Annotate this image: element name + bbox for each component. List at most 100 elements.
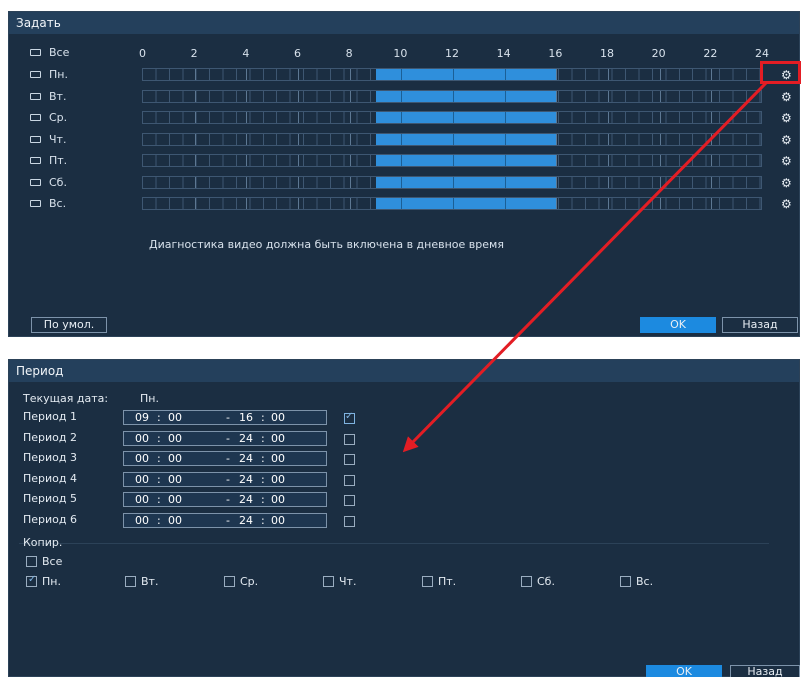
copy-day-checkbox[interactable]: Пт. <box>422 575 456 588</box>
start-hour[interactable]: 00 <box>135 452 149 465</box>
schedule-timeline[interactable] <box>142 175 762 189</box>
checkbox-icon <box>30 114 41 121</box>
checkbox-icon <box>125 576 136 587</box>
copy-all-label: Все <box>42 555 63 568</box>
day-checkbox[interactable]: Сб. <box>30 176 67 189</box>
end-minute[interactable]: 00 <box>271 411 285 424</box>
period-back-button[interactable]: Назад <box>730 665 800 677</box>
time-colon: : <box>157 493 161 507</box>
end-hour[interactable]: 24 <box>239 432 253 445</box>
back-button[interactable]: Назад <box>722 317 798 333</box>
hour-label: 10 <box>393 47 408 60</box>
start-minute[interactable]: 00 <box>168 432 182 445</box>
schedule-timeline[interactable] <box>142 89 762 103</box>
start-minute[interactable]: 00 <box>168 473 182 486</box>
schedule-timeline[interactable] <box>142 154 762 167</box>
checkmark-icon: ✓ <box>345 411 354 422</box>
start-minute[interactable]: 00 <box>168 452 182 465</box>
time-colon: : <box>261 411 265 424</box>
start-minute[interactable]: 00 <box>168 493 182 506</box>
period-enable-checkbox[interactable] <box>344 516 355 527</box>
period-ok-button[interactable]: OK <box>646 665 722 677</box>
end-minute[interactable]: 00 <box>271 493 285 506</box>
day-checkbox[interactable]: Вт. <box>30 90 66 103</box>
day-checkbox[interactable]: Чт. <box>30 133 66 146</box>
period-label: Период 5 <box>23 492 78 506</box>
select-all-days-checkbox[interactable]: Все <box>30 46 69 59</box>
day-checkbox[interactable]: Пт. <box>30 154 67 167</box>
hour-label: 6 <box>294 47 301 60</box>
ok-button[interactable]: OK <box>640 317 716 333</box>
end-minute[interactable]: 00 <box>271 514 285 527</box>
gear-icon[interactable]: ⚙ <box>781 177 792 189</box>
copy-day-label: Пн. <box>42 575 61 588</box>
time-dash: - <box>226 411 230 424</box>
time-range-field[interactable]: 00:00-24:00 <box>123 513 327 528</box>
schedule-timeline[interactable] <box>142 68 762 81</box>
end-minute[interactable]: 00 <box>271 432 285 445</box>
gear-icon[interactable]: ⚙ <box>781 198 792 210</box>
period-enable-checkbox[interactable] <box>344 454 355 466</box>
time-dash: - <box>226 514 230 527</box>
copy-day-checkbox[interactable]: Вс. <box>620 575 653 588</box>
checkbox-icon <box>422 576 433 587</box>
time-colon: : <box>157 452 161 466</box>
gear-icon[interactable]: ⚙ <box>781 112 792 124</box>
time-range-field[interactable]: 00:00-24:00 <box>123 451 327 467</box>
time-colon: : <box>157 514 161 527</box>
period-enable-checkbox[interactable]: ✓ <box>344 411 355 424</box>
period-enable-checkbox[interactable] <box>344 433 355 445</box>
schedule-period-fill <box>375 112 557 123</box>
time-colon: : <box>261 431 265 445</box>
copy-day-checkbox[interactable]: Чт. <box>323 575 356 588</box>
schedule-timeline[interactable] <box>142 197 762 210</box>
start-hour[interactable]: 00 <box>135 432 149 445</box>
time-colon: : <box>261 452 265 466</box>
start-minute[interactable]: 00 <box>168 411 182 424</box>
period-label: Период 2 <box>23 430 78 444</box>
time-colon: : <box>157 472 161 486</box>
start-hour[interactable]: 00 <box>135 493 149 506</box>
day-label: Ср. <box>49 111 68 124</box>
day-checkbox[interactable]: Пн. <box>30 68 68 81</box>
time-range-field[interactable]: 00:00-24:00 <box>123 492 327 508</box>
copy-day-checkbox[interactable]: Сб. <box>521 575 555 588</box>
start-hour[interactable]: 00 <box>135 473 149 486</box>
period-label: Период 6 <box>23 513 78 526</box>
copy-day-checkbox[interactable]: ✓ Пн. <box>26 574 61 588</box>
hour-label: 14 <box>496 47 511 60</box>
gear-icon[interactable]: ⚙ <box>781 134 792 146</box>
checkbox-icon <box>30 135 41 143</box>
copy-day-checkbox[interactable]: Вт. <box>125 575 158 588</box>
end-minute[interactable]: 00 <box>271 452 285 465</box>
gear-icon[interactable]: ⚙ <box>781 91 792 103</box>
time-colon: : <box>261 514 265 527</box>
copy-day-checkbox[interactable]: Ср. <box>224 575 258 588</box>
period-enable-checkbox[interactable] <box>344 495 355 507</box>
end-hour[interactable]: 24 <box>239 452 253 465</box>
start-hour[interactable]: 00 <box>135 514 149 527</box>
copy-all-checkbox[interactable]: Все <box>26 555 62 568</box>
gear-icon[interactable]: ⚙ <box>781 155 792 167</box>
day-label: Чт. <box>49 132 67 146</box>
end-hour[interactable]: 24 <box>239 514 253 527</box>
schedule-timeline[interactable] <box>142 111 762 124</box>
hour-label: 22 <box>703 47 718 60</box>
time-range-field[interactable]: 00:00-24:00 <box>123 430 327 446</box>
time-range-field[interactable]: 00:00-24:00 <box>123 471 327 487</box>
period-enable-checkbox[interactable] <box>344 474 355 486</box>
default-button[interactable]: По умол. <box>31 317 107 333</box>
current-date-label: Текущая дата: <box>23 392 109 405</box>
end-minute[interactable]: 00 <box>271 473 285 486</box>
schedule-timeline[interactable] <box>142 132 762 146</box>
day-label: Пн. <box>49 68 68 81</box>
day-checkbox[interactable]: Вс. <box>30 197 66 210</box>
end-hour[interactable]: 16 <box>239 411 253 424</box>
end-hour[interactable]: 24 <box>239 473 253 486</box>
start-minute[interactable]: 00 <box>168 514 182 527</box>
start-hour[interactable]: 09 <box>135 411 149 424</box>
day-checkbox[interactable]: Ср. <box>30 111 67 124</box>
period-dialog-title: Период <box>9 360 799 382</box>
time-range-field[interactable]: 09:00-16:00 <box>123 410 327 425</box>
end-hour[interactable]: 24 <box>239 493 253 506</box>
